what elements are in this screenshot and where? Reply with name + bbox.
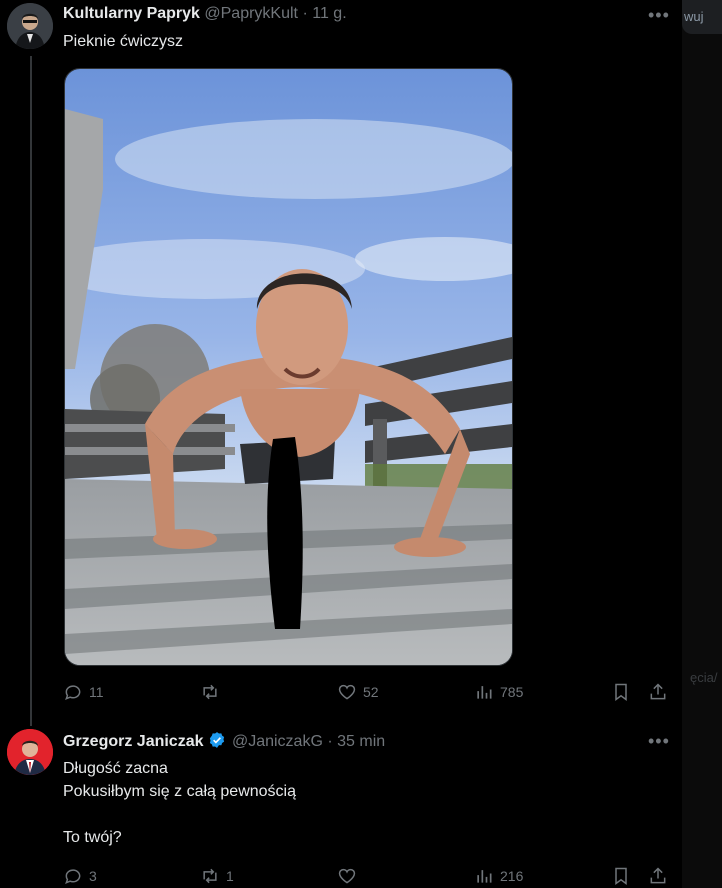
share-icon [650, 867, 666, 884]
views-count: 785 [500, 684, 524, 700]
sidebar-faded-text: ęcia/ [690, 670, 718, 685]
tweet-actions: 3 1 216 [63, 865, 673, 887]
views-count: 216 [500, 868, 524, 884]
thread-connector-line [30, 56, 32, 726]
views-button[interactable]: 785 [474, 681, 523, 703]
tweet-header: Grzegorz Janiczak @JaniczakG · 35 min [63, 731, 385, 751]
heart-icon [338, 684, 356, 700]
timeline: Kultularny Papryk @PaprykKult · 11 g. ••… [0, 0, 682, 888]
repost-count: 1 [226, 868, 234, 884]
like-button[interactable] [337, 865, 363, 887]
more-options-icon[interactable]: ••• [648, 732, 670, 750]
tweet-text: Pieknie ćwiczysz [63, 33, 184, 50]
avatar[interactable] [7, 3, 53, 49]
sidebar-follow-button[interactable]: wuj [682, 0, 722, 34]
share-button[interactable] [648, 681, 668, 703]
author-handle[interactable]: @JaniczakG [232, 733, 323, 750]
post-time[interactable]: 35 min [337, 733, 385, 750]
reply-button[interactable]: 11 [63, 681, 104, 703]
right-sidebar-edge: wuj ęcia/ [682, 0, 722, 888]
bookmark-button[interactable] [611, 681, 631, 703]
author-name[interactable]: Kultularny Papryk [63, 5, 200, 22]
separator-dot: · [327, 733, 333, 750]
repost-icon [203, 684, 217, 700]
reply-count: 3 [89, 868, 97, 884]
photo-content [65, 69, 512, 665]
repost-button[interactable] [200, 681, 226, 703]
author-handle[interactable]: @PaprykKult [204, 5, 298, 22]
tweet-text: Długość zacna Pokusiłbym się z całą pewn… [63, 760, 296, 846]
reply-count: 11 [89, 684, 104, 700]
repost-icon [203, 868, 217, 884]
like-count: 52 [363, 684, 379, 700]
reply-icon [65, 685, 81, 700]
tweet-actions: 11 52 785 [63, 681, 673, 703]
tweet-header: Kultularny Papryk @PaprykKult · 11 g. [63, 5, 347, 23]
views-button[interactable]: 216 [474, 865, 523, 887]
reply-icon [65, 869, 81, 884]
more-options-icon[interactable]: ••• [648, 6, 670, 24]
repost-button[interactable]: 1 [200, 865, 234, 887]
views-chart-icon [477, 686, 492, 699]
post-time[interactable]: 11 g. [312, 5, 346, 22]
verified-badge-icon[interactable] [208, 731, 226, 749]
tweet-photo[interactable] [64, 68, 513, 666]
views-chart-icon [477, 870, 492, 883]
bookmark-icon [615, 683, 627, 701]
bookmark-button[interactable] [611, 865, 631, 887]
heart-icon [338, 868, 356, 884]
author-name[interactable]: Grzegorz Janiczak [63, 733, 204, 750]
share-icon [650, 683, 666, 700]
bookmark-icon [615, 867, 627, 885]
share-button[interactable] [648, 865, 668, 887]
reply-button[interactable]: 3 [63, 865, 97, 887]
avatar[interactable] [7, 729, 53, 775]
like-button[interactable]: 52 [337, 681, 379, 703]
separator-dot: · [302, 5, 308, 22]
